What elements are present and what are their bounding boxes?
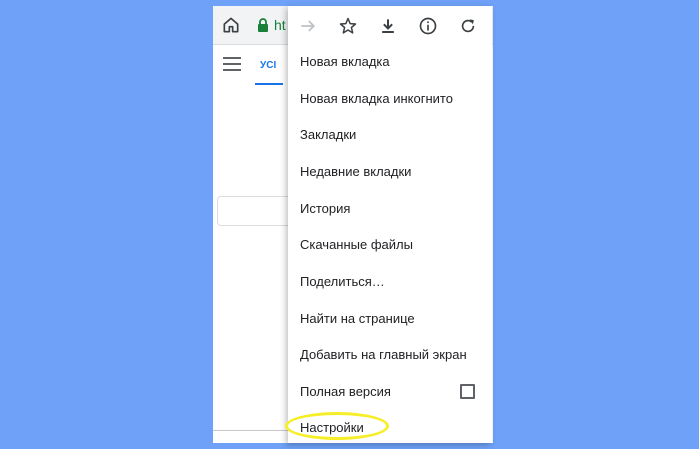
menu-item-new-tab[interactable]: Новая вкладка [300,50,486,74]
menu-item-add-to-home-screen[interactable]: Добавить на главный экран [300,343,486,367]
desktop-site-checkbox[interactable] [460,384,475,399]
page-divider [213,430,293,431]
menu-item-history[interactable]: История [300,197,486,221]
menu-item-downloads[interactable]: Скачанные файлы [300,233,486,257]
browser-overflow-menu: Новая вкладка Новая вкладка инкогнито За… [288,6,492,443]
forward-icon[interactable] [298,16,318,36]
info-icon[interactable] [418,16,438,36]
menu-item-desktop-site[interactable]: Полная версия [300,380,486,404]
home-icon[interactable] [221,15,241,35]
menu-icon-row [288,6,492,46]
menu-item-recent-tabs[interactable]: Недавние вкладки [300,160,486,184]
hamburger-menu-icon[interactable] [223,57,241,71]
tab-active-indicator [255,83,283,85]
reload-icon[interactable] [458,16,478,36]
tab-all[interactable]: УСІ [260,60,276,71]
menu-item-bookmarks[interactable]: Закладки [300,123,486,147]
lock-icon [258,18,268,32]
address-bar-url[interactable]: ht [274,17,286,33]
settings-highlight-ellipse [285,412,389,440]
menu-item-share[interactable]: Поделиться… [300,270,486,294]
menu-item-new-incognito-tab[interactable]: Новая вкладка инкогнито [300,87,486,111]
menu-item-find-in-page[interactable]: Найти на странице [300,307,486,331]
star-icon[interactable] [338,16,358,36]
download-icon[interactable] [378,16,398,36]
